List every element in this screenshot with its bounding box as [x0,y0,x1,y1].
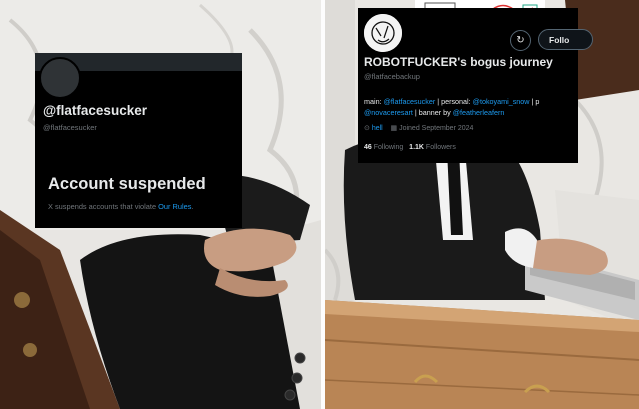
refresh-button[interactable]: ↻ [510,30,531,51]
rules-period: . [191,202,194,211]
avatar-doodle [364,14,402,52]
main-account-link[interactable]: @flatfacesucker [384,97,436,106]
follow-stats: 46 Following 1.1K Followers [364,144,456,151]
following-link[interactable]: 46 Following [364,144,403,151]
location-icon: ⊙ [364,125,370,132]
followers-label: Followers [425,144,456,151]
profile-handle: @flatfacebackup [364,72,420,81]
calendar-icon: ▦ [390,125,398,132]
follow-button[interactable]: Follo [538,29,593,50]
profile-meta: ⊙ hell ▦ Joined September 2024 [364,124,473,132]
profile-bio: main: @flatfacesucker | personal: @tokoy… [364,96,578,118]
meme-image: @flatfacesucker @flatfacesucker Account … [0,0,639,409]
following-label: Following [373,144,404,151]
display-name: ROBOTFUCKER's bogus journey [364,55,553,69]
avatar-placeholder [39,57,81,99]
suspended-message: X suspends accounts that violate [48,202,157,211]
bio-personal-suffix: | p [529,97,540,106]
backup-profile-card: ↻ Follo ROBOTFUCKER's bogus journey @fla… [358,8,593,163]
bio-main-prefix: main: [364,97,384,106]
suspended-profile-card: @flatfacesucker @flatfacesucker Account … [35,53,242,228]
bio-personal-prefix: | personal: [435,97,473,106]
bio-banner-credit: | banner by [412,108,453,117]
bio-line-2: @novaceresart | banner by @featherleafer… [364,107,578,118]
following-count: 46 [364,144,372,151]
suspended-title: Account suspended [48,175,206,193]
joined-date: Joined September 2024 [399,125,474,132]
bio-line-1: main: @flatfacesucker | personal: @tokoy… [364,96,578,107]
avatar [362,12,404,54]
profile-handle: @flatfacesucker [43,103,147,118]
banner-artist-link[interactable]: @featherleafern [453,108,505,117]
profile-subhandle: @flatfacesucker [43,123,97,132]
location-text: hell [371,125,383,132]
followers-count: 1.1K [409,144,424,151]
suspended-text: X suspends accounts that violate Our Rul… [48,202,193,211]
left-panel: @flatfacesucker @flatfacesucker Account … [0,0,321,409]
art-account-link[interactable]: @novaceresart [364,108,413,117]
followers-link[interactable]: 1.1K Followers [409,144,456,151]
rules-link[interactable]: Our Rules [158,202,191,211]
right-panel: ↻ Follo ROBOTFUCKER's bogus journey @fla… [325,0,639,409]
personal-account-link[interactable]: @tokoyami_snow [473,97,530,106]
